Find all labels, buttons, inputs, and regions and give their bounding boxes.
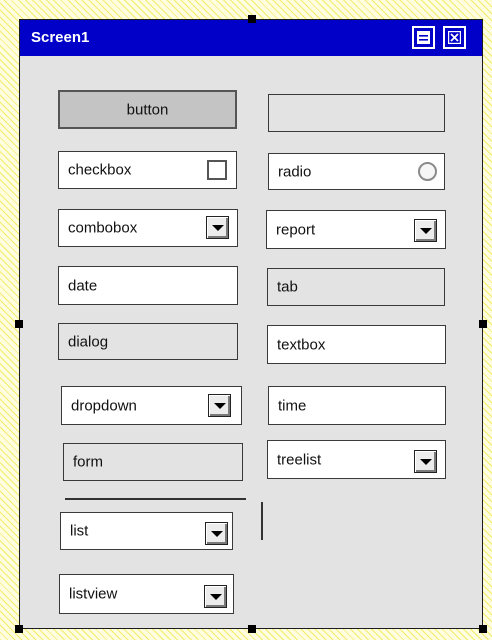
dialog-label: dialog xyxy=(68,333,109,350)
radio-widget[interactable]: radio xyxy=(268,153,445,190)
combobox-widget[interactable]: combobox xyxy=(58,209,238,247)
list-widget[interactable]: list xyxy=(60,512,233,550)
form-divider xyxy=(65,498,246,500)
dialog-widget[interactable]: dialog xyxy=(58,323,238,360)
screen-window[interactable]: Screen1 button checkbox combobox date di… xyxy=(19,19,483,629)
button-label: button xyxy=(126,101,169,118)
report-widget[interactable]: report xyxy=(266,210,446,249)
chevron-down-icon[interactable] xyxy=(414,219,437,242)
close-button[interactable] xyxy=(443,26,466,49)
dropdown-widget[interactable]: dropdown xyxy=(61,386,242,425)
vertical-divider xyxy=(261,502,263,540)
close-icon xyxy=(448,31,461,44)
listview-label: listview xyxy=(69,585,118,603)
dropdown-label: dropdown xyxy=(71,397,137,414)
checkbox-widget[interactable]: checkbox xyxy=(58,151,237,189)
window-title: Screen1 xyxy=(31,29,90,46)
title-bar[interactable]: Screen1 xyxy=(20,20,482,56)
report-label: report xyxy=(276,221,316,238)
treelist-widget[interactable]: treelist xyxy=(267,440,446,479)
list-label: list xyxy=(70,522,89,540)
maximize-button[interactable] xyxy=(412,26,435,49)
resize-handle-top[interactable] xyxy=(248,15,256,23)
combobox-label: combobox xyxy=(68,219,138,237)
chevron-down-icon[interactable] xyxy=(205,522,228,545)
tab-label: tab xyxy=(277,278,298,296)
listview-widget[interactable]: listview xyxy=(59,574,234,614)
resize-handle-bottom-right[interactable] xyxy=(479,625,487,633)
radio-label: radio xyxy=(278,163,312,180)
radio-circle[interactable] xyxy=(418,162,437,181)
time-widget[interactable]: time xyxy=(268,386,446,425)
chevron-down-icon[interactable] xyxy=(208,394,231,417)
date-widget[interactable]: date xyxy=(58,266,238,305)
textbox-label: textbox xyxy=(277,336,326,353)
button-widget[interactable]: button xyxy=(58,90,237,129)
chevron-down-icon[interactable] xyxy=(204,585,227,608)
resize-handle-left[interactable] xyxy=(15,320,23,328)
checkbox-label: checkbox xyxy=(68,161,132,179)
chevron-down-icon[interactable] xyxy=(206,216,229,239)
resize-handle-bottom[interactable] xyxy=(248,625,256,633)
form-label: form xyxy=(73,453,103,471)
treelist-label: treelist xyxy=(277,451,322,468)
tab-widget[interactable]: tab xyxy=(267,268,445,306)
resize-handle-bottom-left[interactable] xyxy=(15,625,23,633)
empty-widget[interactable] xyxy=(268,94,445,132)
checkbox-box[interactable] xyxy=(207,160,227,180)
maximize-icon xyxy=(417,31,430,44)
time-label: time xyxy=(278,397,307,414)
chevron-down-icon[interactable] xyxy=(414,450,437,473)
form-widget[interactable]: form xyxy=(63,443,243,481)
textbox-widget[interactable]: textbox xyxy=(267,325,446,364)
date-label: date xyxy=(68,277,98,294)
resize-handle-right[interactable] xyxy=(479,320,487,328)
